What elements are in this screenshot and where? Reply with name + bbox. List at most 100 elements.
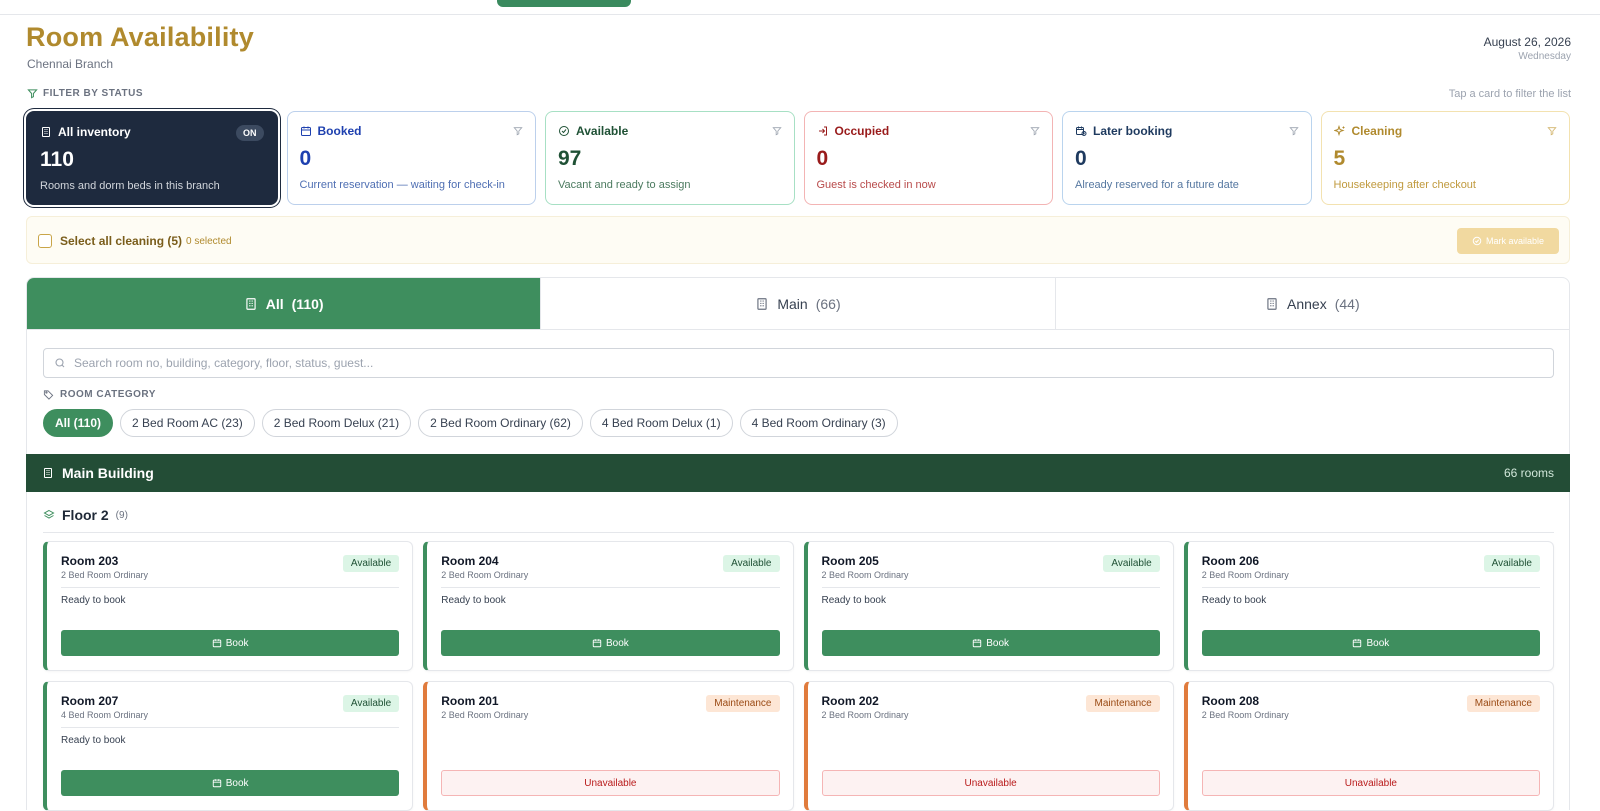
room-note: Ready to book [61,595,126,606]
booked-count: 0 [299,147,312,170]
current-weekday: Wednesday [1518,51,1571,62]
branch-name: Chennai Branch [27,57,114,71]
category-chips: All (110) 2 Bed Room AC (23) 2 Bed Room … [43,409,898,437]
status-badge: Maintenance [1086,695,1160,712]
building-tabs: All (110) Main (66) Annex (44) [26,277,1570,330]
status-cards: All inventory ON 110 Rooms and dorm beds… [26,111,1570,205]
occupied-desc: Guest is checked in now [816,179,936,191]
select-all-cleaning-label[interactable]: Select all cleaning (5) [60,234,182,248]
card-available[interactable]: Available 97 Vacant and ready to assign [545,111,795,205]
calendar-icon [972,638,982,648]
building-icon [42,467,54,479]
calendar-icon [212,778,222,788]
mark-available-button[interactable]: Mark available [1457,228,1559,254]
book-button[interactable]: Book [1201,630,1540,656]
calendar-icon [300,125,312,137]
check-circle-icon [558,125,570,137]
chip-4-bed-delux[interactable]: 4 Bed Room Delux (1) [589,409,733,437]
unavailable-button[interactable]: Unavailable [1201,770,1540,796]
room-grid: Room 203 2 Bed Room Ordinary Available R… [43,541,1554,811]
tab-annex[interactable]: Annex (44) [1056,278,1569,329]
filter-hint: Tap a card to filter the list [1448,88,1571,100]
card-cleaning[interactable]: Cleaning 5 Housekeeping after checkout [1320,111,1570,205]
room-card[interactable]: Room 204 2 Bed Room Ordinary Available R… [423,541,794,671]
divider [821,587,1160,588]
room-note: Ready to book [61,735,126,746]
funnel-icon [1030,126,1040,136]
cleaning-desc: Housekeeping after checkout [1333,179,1476,191]
filter-icon [27,88,38,99]
unavailable-button[interactable]: Unavailable [821,770,1160,796]
book-button[interactable]: Book [61,630,400,656]
building-icon [40,126,52,138]
status-badge: Available [723,555,780,572]
funnel-icon [1288,126,1299,136]
room-card[interactable]: Room 207 4 Bed Room Ordinary Available R… [43,681,414,811]
search-box[interactable] [43,348,1554,378]
page-title: Room Availability [26,22,254,52]
building-name: Main Building [42,465,154,481]
calendar-icon [1352,638,1362,648]
divider [441,587,780,588]
floor-divider [43,532,1554,533]
inventory-toggle-badge: ON [236,125,264,141]
room-note: Ready to book [821,595,887,606]
status-badge: Available [1483,555,1540,572]
room-card[interactable]: Room 203 2 Bed Room Ordinary Available R… [43,541,414,671]
card-later-booking[interactable]: Later booking 0 Already reserved for a f… [1062,111,1312,205]
divider [61,587,400,588]
chip-2-bed-delux[interactable]: 2 Bed Room Delux (21) [261,409,412,437]
divider [61,727,400,728]
status-badge: Available [1103,555,1160,572]
building-header: Main Building 66 rooms [26,454,1570,492]
calendar-clock-icon [1075,125,1087,137]
status-badge: Maintenance [706,695,780,712]
available-count: 97 [558,147,582,170]
room-card[interactable]: Room 208 2 Bed Room Ordinary Maintenance… [1183,681,1554,811]
book-button[interactable]: Book [821,630,1160,656]
funnel-icon [513,126,523,136]
later-desc: Already reserved for a future date [1075,179,1239,191]
occupied-count: 0 [816,147,829,170]
filter-by-status-label: FILTER BY STATUS [27,88,143,99]
floor-header: Floor 2 (9) [43,507,128,523]
tab-all[interactable]: All (110) [27,278,542,329]
floor-name: Floor 2 [62,507,109,523]
book-button[interactable]: Book [441,630,780,656]
status-badge: Available [342,555,400,572]
cleaning-select-bar: Select all cleaning (5) 0 selected Mark … [26,216,1570,264]
room-card[interactable]: Room 205 2 Bed Room Ordinary Available R… [803,541,1174,671]
chip-all[interactable]: All (110) [43,409,114,437]
status-badge: Available [342,695,400,712]
selected-count: 0 selected [186,236,232,247]
room-card[interactable]: Room 201 2 Bed Room Ordinary Maintenance… [423,681,794,811]
book-button[interactable]: Book [61,770,400,796]
select-all-cleaning-checkbox[interactable] [38,234,52,248]
card-booked[interactable]: Booked 0 Current reservation — waiting f… [286,111,536,205]
inventory-desc: Rooms and dorm beds in this branch [40,180,220,192]
chip-4-bed-ordinary[interactable]: 4 Bed Room Ordinary (3) [739,409,898,437]
tab-main[interactable]: Main (66) [541,278,1056,329]
layers-icon [43,509,55,521]
building-icon [755,297,769,311]
available-desc: Vacant and ready to assign [558,179,691,191]
calendar-icon [212,638,222,648]
chip-2-bed-ac[interactable]: 2 Bed Room AC (23) [120,409,255,437]
calendar-icon [592,638,602,648]
sparkles-icon [1333,125,1346,137]
check-circle-icon [1472,236,1482,246]
funnel-icon [1547,126,1557,136]
room-card[interactable]: Room 206 2 Bed Room Ordinary Available R… [1183,541,1554,671]
unavailable-button[interactable]: Unavailable [441,770,780,796]
building-icon [1265,297,1279,311]
room-card[interactable]: Room 202 2 Bed Room Ordinary Maintenance… [803,681,1174,811]
room-note: Ready to book [441,595,506,606]
divider [1201,587,1540,588]
login-icon [817,125,829,137]
card-all-inventory[interactable]: All inventory ON 110 Rooms and dorm beds… [26,111,278,205]
building-room-count: 66 rooms [1503,466,1554,480]
top-nav-indicator[interactable] [497,0,631,7]
chip-2-bed-ordinary[interactable]: 2 Bed Room Ordinary (62) [418,409,583,437]
card-occupied[interactable]: Occupied 0 Guest is checked in now [803,111,1053,205]
search-input[interactable] [74,356,1524,370]
